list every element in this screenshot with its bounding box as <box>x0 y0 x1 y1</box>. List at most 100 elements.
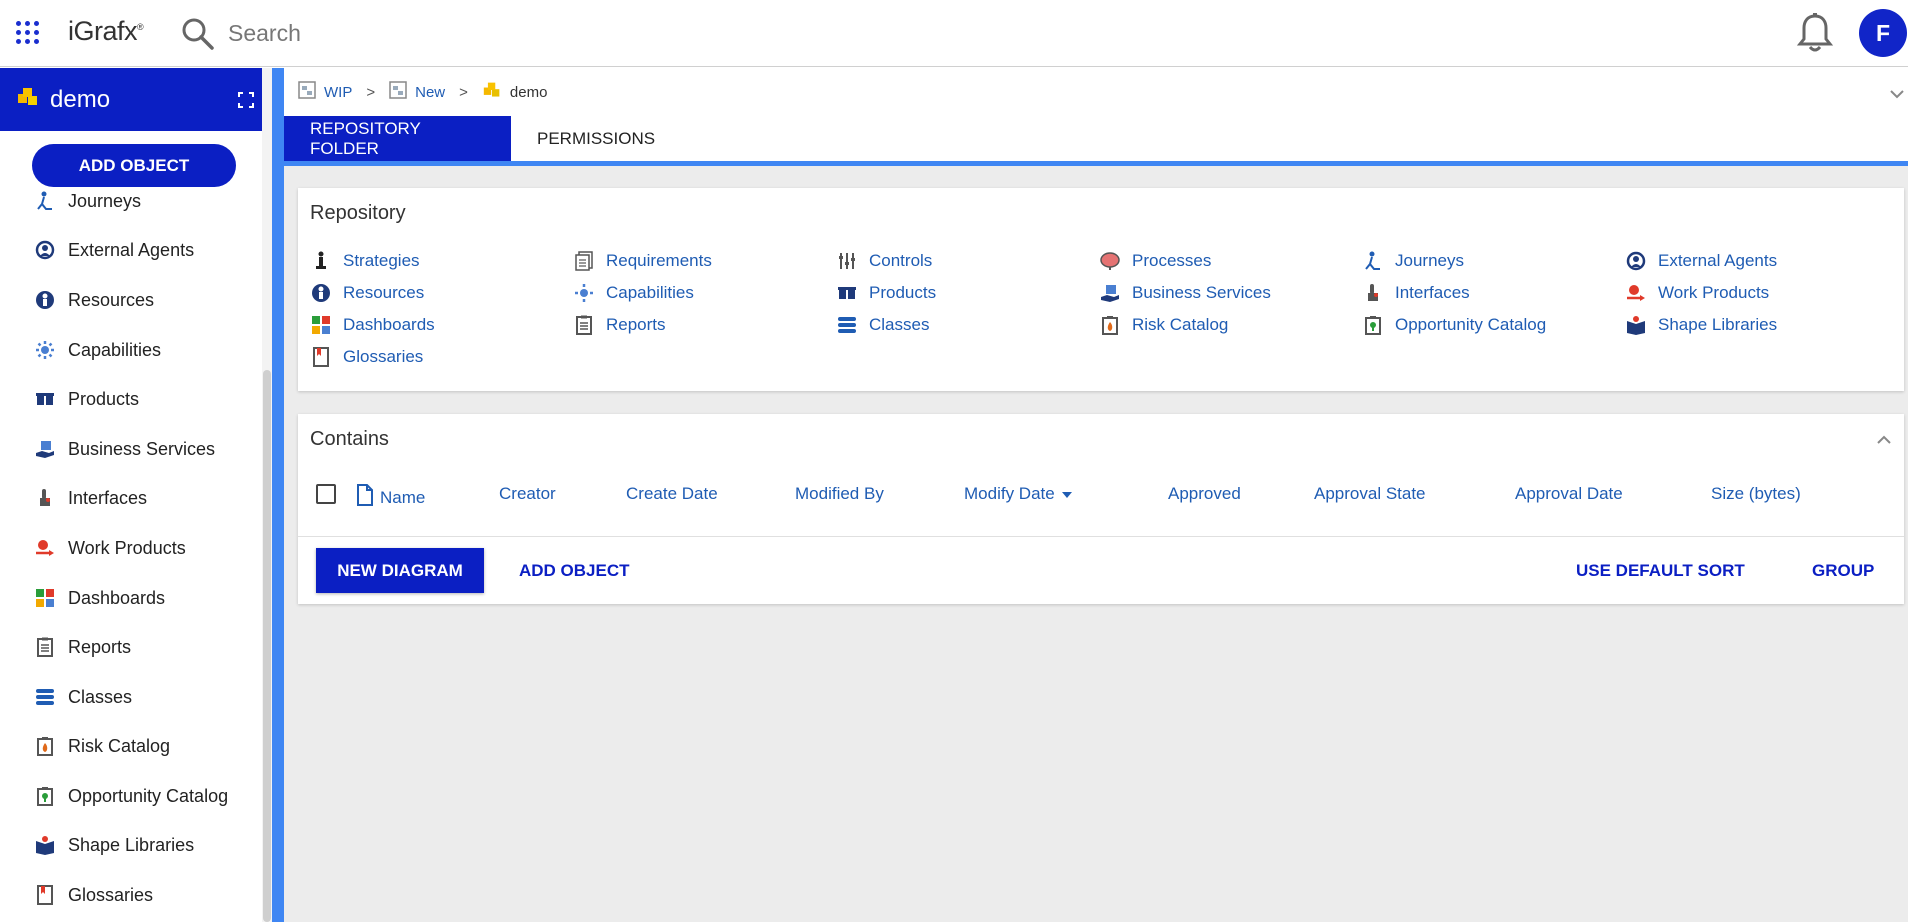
repo-link-interfaces[interactable]: Interfaces <box>1362 282 1470 304</box>
business-services-icon <box>1099 282 1121 304</box>
add-object-text-button[interactable]: ADD OBJECT <box>519 548 630 593</box>
diagram-folder-icon <box>389 81 407 103</box>
sidebar-item-resources[interactable]: Resources <box>34 285 154 315</box>
repo-link-business-services[interactable]: Business Services <box>1099 282 1271 304</box>
repo-link-strategies[interactable]: Strategies <box>310 250 420 272</box>
risk-catalog-icon <box>1099 314 1121 336</box>
sidebar: demo ADD OBJECT Journeys External Agents… <box>0 68 272 922</box>
main-content: WIP > New > demo REPOSITORY FOLDER PERMI… <box>284 68 1908 922</box>
repo-link-journeys[interactable]: Journeys <box>1362 250 1464 272</box>
new-diagram-button[interactable]: NEW DIAGRAM <box>316 548 484 593</box>
repo-link-external-agents[interactable]: External Agents <box>1625 250 1777 272</box>
requirements-icon <box>573 250 595 272</box>
repo-link-glossaries[interactable]: Glossaries <box>310 346 423 368</box>
sidebar-item-interfaces[interactable]: Interfaces <box>34 483 147 513</box>
glossaries-icon <box>310 346 332 368</box>
repo-link-opportunity-catalog[interactable]: Opportunity Catalog <box>1362 314 1546 336</box>
repo-link-dashboards[interactable]: Dashboards <box>310 314 435 336</box>
glossaries-icon <box>34 884 56 906</box>
table-divider <box>298 536 1904 537</box>
resources-icon <box>310 282 332 304</box>
business-services-icon <box>34 438 56 460</box>
top-bar: iGrafx® F <box>0 0 1908 67</box>
repository-folder-icon <box>482 81 502 103</box>
column-header-create-date[interactable]: Create Date <box>626 484 718 504</box>
opportunity-catalog-icon <box>1362 314 1384 336</box>
repo-link-work-products[interactable]: Work Products <box>1625 282 1769 304</box>
tab-bar: REPOSITORY FOLDER PERMISSIONS <box>284 116 1908 166</box>
external-agents-icon <box>34 239 56 261</box>
folder-icon <box>16 86 40 113</box>
sidebar-item-capabilities[interactable]: Capabilities <box>34 335 161 365</box>
column-header-size[interactable]: Size (bytes) <box>1711 484 1801 504</box>
sidebar-item-dashboards[interactable]: Dashboards <box>34 583 165 613</box>
breadcrumb: WIP > New > demo <box>284 68 1908 116</box>
use-default-sort-button[interactable]: USE DEFAULT SORT <box>1576 548 1745 593</box>
sidebar-item-classes[interactable]: Classes <box>34 682 132 712</box>
column-header-name[interactable]: Name <box>356 484 425 511</box>
controls-icon <box>836 250 858 272</box>
column-header-modified-by[interactable]: Modified By <box>795 484 884 504</box>
repo-link-requirements[interactable]: Requirements <box>573 250 712 272</box>
repository-title: Repository <box>310 202 406 224</box>
strategies-icon <box>310 250 332 272</box>
breadcrumb-item-new[interactable]: New <box>389 81 445 103</box>
add-object-button[interactable]: ADD OBJECT <box>32 144 236 187</box>
column-header-creator[interactable]: Creator <box>499 484 556 504</box>
processes-icon <box>1099 250 1121 272</box>
sidebar-item-glossaries[interactable]: Glossaries <box>34 880 153 910</box>
collapse-chevron-icon[interactable] <box>1876 432 1892 450</box>
sidebar-item-shape-libraries[interactable]: Shape Libraries <box>34 830 194 860</box>
repo-link-shape-libraries[interactable]: Shape Libraries <box>1625 314 1777 336</box>
repository-card: Repository Strategies Requirements Contr… <box>298 188 1904 391</box>
opportunity-catalog-icon <box>34 785 56 807</box>
tab-permissions[interactable]: PERMISSIONS <box>511 116 681 161</box>
user-avatar[interactable]: F <box>1859 9 1907 57</box>
capabilities-icon <box>34 339 56 361</box>
repo-link-capabilities[interactable]: Capabilities <box>573 282 694 304</box>
breadcrumb-item-wip[interactable]: WIP <box>298 81 352 103</box>
shape-libraries-icon <box>1625 314 1647 336</box>
search-input[interactable] <box>228 16 628 50</box>
chevron-down-icon[interactable] <box>1890 86 1904 103</box>
sidebar-item-work-products[interactable]: Work Products <box>34 533 186 563</box>
column-header-approval-state[interactable]: Approval State <box>1314 484 1426 504</box>
expand-icon[interactable] <box>238 92 254 113</box>
repo-link-classes[interactable]: Classes <box>836 314 929 336</box>
repo-link-processes[interactable]: Processes <box>1099 250 1211 272</box>
interfaces-icon <box>34 487 56 509</box>
sidebar-item-journeys[interactable]: Journeys <box>34 186 141 216</box>
sidebar-item-opportunity-catalog[interactable]: Opportunity Catalog <box>34 781 228 811</box>
sidebar-item-external-agents[interactable]: External Agents <box>34 235 194 265</box>
products-icon <box>836 282 858 304</box>
column-header-approved[interactable]: Approved <box>1168 484 1241 504</box>
search-icon[interactable] <box>180 16 216 57</box>
notifications-bell-icon[interactable] <box>1796 12 1834 59</box>
repo-link-products[interactable]: Products <box>836 282 936 304</box>
select-all-checkbox[interactable] <box>316 484 336 504</box>
column-header-approval-date[interactable]: Approval Date <box>1515 484 1623 504</box>
shape-libraries-icon <box>34 834 56 856</box>
repo-link-resources[interactable]: Resources <box>310 282 424 304</box>
sidebar-item-business-services[interactable]: Business Services <box>34 434 215 464</box>
work-products-icon <box>34 537 56 559</box>
repo-link-risk-catalog[interactable]: Risk Catalog <box>1099 314 1228 336</box>
sidebar-item-risk-catalog[interactable]: Risk Catalog <box>34 731 170 761</box>
group-button[interactable]: GROUP <box>1812 548 1874 593</box>
repo-link-reports[interactable]: Reports <box>573 314 666 336</box>
sort-descending-icon <box>1061 484 1073 504</box>
sidebar-scrollbar-thumb[interactable] <box>263 370 271 922</box>
app-launcher-icon[interactable] <box>16 21 40 45</box>
repo-link-controls[interactable]: Controls <box>836 250 932 272</box>
sidebar-item-reports[interactable]: Reports <box>34 632 131 662</box>
reports-icon <box>34 636 56 658</box>
sidebar-title: demo <box>50 85 111 113</box>
brand-logo[interactable]: iGrafx® <box>68 16 144 47</box>
products-icon <box>34 388 56 410</box>
risk-catalog-icon <box>34 735 56 757</box>
external-agents-icon <box>1625 250 1647 272</box>
capabilities-icon <box>573 282 595 304</box>
column-header-modify-date[interactable]: Modify Date <box>964 484 1073 504</box>
tab-repository-folder[interactable]: REPOSITORY FOLDER <box>284 116 511 161</box>
sidebar-item-products[interactable]: Products <box>34 384 139 414</box>
